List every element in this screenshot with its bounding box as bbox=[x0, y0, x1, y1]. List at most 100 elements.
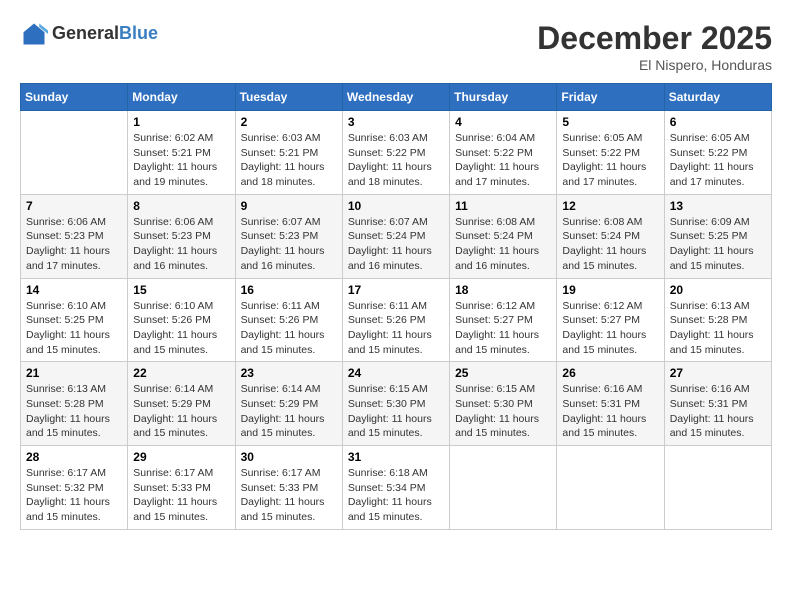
day-info: Sunrise: 6:05 AM Sunset: 5:22 PM Dayligh… bbox=[670, 131, 766, 190]
logo-general: General bbox=[52, 23, 119, 43]
day-info: Sunrise: 6:12 AM Sunset: 5:27 PM Dayligh… bbox=[562, 299, 658, 358]
calendar-cell: 12Sunrise: 6:08 AM Sunset: 5:24 PM Dayli… bbox=[557, 194, 664, 278]
calendar-header: SundayMondayTuesdayWednesdayThursdayFrid… bbox=[21, 84, 772, 111]
day-number: 9 bbox=[241, 199, 337, 213]
day-number: 25 bbox=[455, 366, 551, 380]
calendar-week-5: 28 Sunrise: 6:17 AM Sunset: 5:32 PM Dayli… bbox=[21, 446, 772, 530]
calendar-body: 1 Sunrise: 6:02 AM Sunset: 5:21 PM Daylig… bbox=[21, 111, 772, 530]
calendar-cell: 25 Sunrise: 6:15 AM Sunset: 5:30 PM Dayli… bbox=[450, 362, 557, 446]
day-number: 17 bbox=[348, 283, 444, 297]
header-row: SundayMondayTuesdayWednesdayThursdayFrid… bbox=[21, 84, 772, 111]
day-info: Sunrise: 6:15 AM Sunset: 5:30 PM Dayligh… bbox=[348, 382, 444, 441]
day-info: Sunrise: 6:14 AM Sunset: 5:29 PM Dayligh… bbox=[133, 382, 229, 441]
calendar-cell: 19 Sunrise: 6:12 AM Sunset: 5:27 PM Dayli… bbox=[557, 278, 664, 362]
day-info: Sunrise: 6:09 AM Sunset: 5:25 PM Dayligh… bbox=[670, 215, 766, 274]
day-number: 26 bbox=[562, 366, 658, 380]
calendar-cell: 23Sunrise: 6:14 AM Sunset: 5:29 PM Dayli… bbox=[235, 362, 342, 446]
day-number: 20 bbox=[670, 283, 766, 297]
calendar-cell: 9Sunrise: 6:07 AM Sunset: 5:23 PM Daylig… bbox=[235, 194, 342, 278]
day-info: Sunrise: 6:16 AM Sunset: 5:31 PM Dayligh… bbox=[562, 382, 658, 441]
day-info: Sunrise: 6:13 AM Sunset: 5:28 PM Dayligh… bbox=[26, 382, 122, 441]
calendar-cell: 8Sunrise: 6:06 AM Sunset: 5:23 PM Daylig… bbox=[128, 194, 235, 278]
calendar-table: SundayMondayTuesdayWednesdayThursdayFrid… bbox=[20, 83, 772, 530]
day-number: 29 bbox=[133, 450, 229, 464]
day-info: Sunrise: 6:02 AM Sunset: 5:21 PM Dayligh… bbox=[133, 131, 229, 190]
logo: GeneralBlue bbox=[20, 20, 158, 48]
calendar-week-1: 1 Sunrise: 6:02 AM Sunset: 5:21 PM Daylig… bbox=[21, 111, 772, 195]
calendar-cell: 5 Sunrise: 6:05 AM Sunset: 5:22 PM Daylig… bbox=[557, 111, 664, 195]
calendar-cell bbox=[450, 446, 557, 530]
header-cell-friday: Friday bbox=[557, 84, 664, 111]
day-number: 23 bbox=[241, 366, 337, 380]
day-info: Sunrise: 6:11 AM Sunset: 5:26 PM Dayligh… bbox=[348, 299, 444, 358]
calendar-week-4: 21Sunrise: 6:13 AM Sunset: 5:28 PM Dayli… bbox=[21, 362, 772, 446]
header-cell-sunday: Sunday bbox=[21, 84, 128, 111]
day-number: 3 bbox=[348, 115, 444, 129]
calendar-cell: 16Sunrise: 6:11 AM Sunset: 5:26 PM Dayli… bbox=[235, 278, 342, 362]
day-number: 28 bbox=[26, 450, 122, 464]
day-info: Sunrise: 6:15 AM Sunset: 5:30 PM Dayligh… bbox=[455, 382, 551, 441]
day-number: 24 bbox=[348, 366, 444, 380]
day-info: Sunrise: 6:03 AM Sunset: 5:22 PM Dayligh… bbox=[348, 131, 444, 190]
day-number: 19 bbox=[562, 283, 658, 297]
day-number: 6 bbox=[670, 115, 766, 129]
day-number: 15 bbox=[133, 283, 229, 297]
calendar-cell: 22 Sunrise: 6:14 AM Sunset: 5:29 PM Dayli… bbox=[128, 362, 235, 446]
day-number: 1 bbox=[133, 115, 229, 129]
header-cell-thursday: Thursday bbox=[450, 84, 557, 111]
day-number: 11 bbox=[455, 199, 551, 213]
calendar-cell: 1 Sunrise: 6:02 AM Sunset: 5:21 PM Daylig… bbox=[128, 111, 235, 195]
day-number: 27 bbox=[670, 366, 766, 380]
day-number: 7 bbox=[26, 199, 122, 213]
calendar-cell: 24 Sunrise: 6:15 AM Sunset: 5:30 PM Dayli… bbox=[342, 362, 449, 446]
day-info: Sunrise: 6:18 AM Sunset: 5:34 PM Dayligh… bbox=[348, 466, 444, 525]
day-number: 4 bbox=[455, 115, 551, 129]
calendar-cell bbox=[664, 446, 771, 530]
calendar-cell: 7 Sunrise: 6:06 AM Sunset: 5:23 PM Daylig… bbox=[21, 194, 128, 278]
calendar-cell bbox=[21, 111, 128, 195]
title-area: December 2025 El Nispero, Honduras bbox=[537, 20, 772, 73]
calendar-cell: 4 Sunrise: 6:04 AM Sunset: 5:22 PM Daylig… bbox=[450, 111, 557, 195]
header-cell-saturday: Saturday bbox=[664, 84, 771, 111]
day-number: 18 bbox=[455, 283, 551, 297]
day-info: Sunrise: 6:17 AM Sunset: 5:33 PM Dayligh… bbox=[133, 466, 229, 525]
day-number: 30 bbox=[241, 450, 337, 464]
calendar-cell: 13 Sunrise: 6:09 AM Sunset: 5:25 PM Dayli… bbox=[664, 194, 771, 278]
month-title: December 2025 bbox=[537, 20, 772, 57]
day-info: Sunrise: 6:07 AM Sunset: 5:24 PM Dayligh… bbox=[348, 215, 444, 274]
calendar-cell: 29 Sunrise: 6:17 AM Sunset: 5:33 PM Dayli… bbox=[128, 446, 235, 530]
calendar-week-2: 7 Sunrise: 6:06 AM Sunset: 5:23 PM Daylig… bbox=[21, 194, 772, 278]
calendar-cell: 20 Sunrise: 6:13 AM Sunset: 5:28 PM Dayli… bbox=[664, 278, 771, 362]
calendar-cell: 30 Sunrise: 6:17 AM Sunset: 5:33 PM Dayli… bbox=[235, 446, 342, 530]
day-info: Sunrise: 6:04 AM Sunset: 5:22 PM Dayligh… bbox=[455, 131, 551, 190]
day-number: 12 bbox=[562, 199, 658, 213]
day-info: Sunrise: 6:10 AM Sunset: 5:26 PM Dayligh… bbox=[133, 299, 229, 358]
calendar-cell: 10Sunrise: 6:07 AM Sunset: 5:24 PM Dayli… bbox=[342, 194, 449, 278]
day-info: Sunrise: 6:03 AM Sunset: 5:21 PM Dayligh… bbox=[241, 131, 337, 190]
day-info: Sunrise: 6:08 AM Sunset: 5:24 PM Dayligh… bbox=[455, 215, 551, 274]
calendar-cell: 17 Sunrise: 6:11 AM Sunset: 5:26 PM Dayli… bbox=[342, 278, 449, 362]
day-info: Sunrise: 6:17 AM Sunset: 5:33 PM Dayligh… bbox=[241, 466, 337, 525]
day-number: 13 bbox=[670, 199, 766, 213]
header-cell-monday: Monday bbox=[128, 84, 235, 111]
header-cell-wednesday: Wednesday bbox=[342, 84, 449, 111]
day-info: Sunrise: 6:13 AM Sunset: 5:28 PM Dayligh… bbox=[670, 299, 766, 358]
calendar-cell: 28 Sunrise: 6:17 AM Sunset: 5:32 PM Dayli… bbox=[21, 446, 128, 530]
day-number: 31 bbox=[348, 450, 444, 464]
location: El Nispero, Honduras bbox=[537, 57, 772, 73]
logo-icon bbox=[20, 20, 48, 48]
calendar-cell: 18Sunrise: 6:12 AM Sunset: 5:27 PM Dayli… bbox=[450, 278, 557, 362]
day-number: 8 bbox=[133, 199, 229, 213]
day-info: Sunrise: 6:06 AM Sunset: 5:23 PM Dayligh… bbox=[26, 215, 122, 274]
day-number: 22 bbox=[133, 366, 229, 380]
calendar-cell: 27Sunrise: 6:16 AM Sunset: 5:31 PM Dayli… bbox=[664, 362, 771, 446]
calendar-cell: 2Sunrise: 6:03 AM Sunset: 5:21 PM Daylig… bbox=[235, 111, 342, 195]
calendar-cell: 11 Sunrise: 6:08 AM Sunset: 5:24 PM Dayli… bbox=[450, 194, 557, 278]
day-info: Sunrise: 6:17 AM Sunset: 5:32 PM Dayligh… bbox=[26, 466, 122, 525]
calendar-cell: 14Sunrise: 6:10 AM Sunset: 5:25 PM Dayli… bbox=[21, 278, 128, 362]
day-number: 5 bbox=[562, 115, 658, 129]
day-info: Sunrise: 6:05 AM Sunset: 5:22 PM Dayligh… bbox=[562, 131, 658, 190]
header-cell-tuesday: Tuesday bbox=[235, 84, 342, 111]
calendar-cell: 26 Sunrise: 6:16 AM Sunset: 5:31 PM Dayli… bbox=[557, 362, 664, 446]
day-info: Sunrise: 6:10 AM Sunset: 5:25 PM Dayligh… bbox=[26, 299, 122, 358]
